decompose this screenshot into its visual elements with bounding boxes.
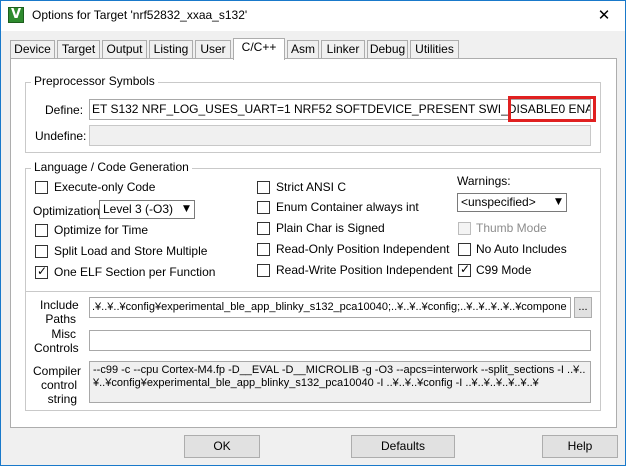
checkmark-icon: ✓ bbox=[460, 262, 471, 276]
one-elf-label: One ELF Section per Function bbox=[54, 265, 216, 279]
strict-ansi-label: Strict ANSI C bbox=[276, 180, 347, 194]
rwpi-label: Read-Write Position Independent bbox=[276, 263, 453, 277]
enum-container-label: Enum Container always int bbox=[276, 200, 419, 214]
strict-ansi-checkbox[interactable] bbox=[257, 181, 270, 194]
compiler-label: Compiler control string bbox=[33, 364, 82, 406]
undefine-label: Undefine: bbox=[35, 129, 87, 143]
one-elf-checkbox[interactable]: ✓ bbox=[35, 264, 48, 279]
checkmark-icon: ✓ bbox=[37, 264, 48, 278]
ok-button[interactable]: OK bbox=[184, 435, 260, 458]
preprocessor-group-label: Preprocessor Symbols bbox=[31, 74, 158, 88]
c99-mode-checkbox[interactable]: ✓ bbox=[458, 262, 471, 277]
options-dialog: V Options for Target 'nrf52832_xxaa_s132… bbox=[0, 0, 626, 466]
language-group-label: Language / Code Generation bbox=[31, 160, 192, 174]
misc-label: Misc Controls bbox=[34, 327, 79, 355]
thumb-mode-checkbox[interactable] bbox=[458, 222, 471, 235]
warnings-select[interactable]: <unspecified> ▼ bbox=[457, 193, 567, 212]
optimize-time-checkbox[interactable] bbox=[35, 224, 48, 237]
defaults-button[interactable]: Defaults bbox=[351, 435, 455, 458]
no-auto-includes-checkbox[interactable] bbox=[458, 243, 471, 256]
plain-char-label: Plain Char is Signed bbox=[276, 221, 385, 235]
help-button[interactable]: Help bbox=[542, 435, 618, 458]
execute-only-label: Execute-only Code bbox=[54, 180, 156, 194]
compiler-control-string[interactable]: --c99 -c --cpu Cortex-M4.fp -D__EVAL -D_… bbox=[89, 361, 591, 403]
tab-listing[interactable]: Listing bbox=[149, 40, 193, 58]
enum-container-checkbox[interactable] bbox=[257, 201, 270, 214]
include-browse-button[interactable]: ... bbox=[574, 297, 592, 318]
tab-asm[interactable]: Asm bbox=[287, 40, 319, 58]
app-icon: V bbox=[8, 7, 24, 23]
no-auto-includes-label: No Auto Includes bbox=[476, 242, 567, 256]
chevron-down-icon: ▼ bbox=[551, 194, 566, 211]
optimization-select[interactable]: Level 3 (-O3) ▼ bbox=[99, 200, 195, 219]
title-bar: V Options for Target 'nrf52832_xxaa_s132… bbox=[1, 1, 625, 31]
optimize-time-label: Optimize for Time bbox=[54, 223, 149, 237]
chevron-down-icon: ▼ bbox=[179, 201, 194, 218]
close-button[interactable]: ✕ bbox=[589, 4, 619, 26]
define-highlight bbox=[508, 96, 596, 122]
rwpi-checkbox[interactable] bbox=[257, 264, 270, 277]
thumb-mode-label: Thumb Mode bbox=[476, 221, 547, 235]
include-paths-input[interactable]: .¥..¥..¥config¥experimental_ble_app_blin… bbox=[89, 297, 571, 318]
misc-controls-input[interactable] bbox=[89, 330, 591, 351]
tab-linker[interactable]: Linker bbox=[321, 40, 365, 58]
window-title: Options for Target 'nrf52832_xxaa_s132' bbox=[32, 8, 248, 22]
c99-mode-label: C99 Mode bbox=[476, 263, 532, 277]
tab-target[interactable]: Target bbox=[57, 40, 100, 58]
ropi-label: Read-Only Position Independent bbox=[276, 242, 450, 256]
ropi-checkbox[interactable] bbox=[257, 243, 270, 256]
c-cpp-panel: Preprocessor Symbols Define: ET S132 NRF… bbox=[10, 58, 617, 428]
execute-only-checkbox[interactable] bbox=[35, 181, 48, 194]
define-label: Define: bbox=[45, 103, 84, 117]
tab-device[interactable]: Device bbox=[10, 40, 55, 58]
split-load-label: Split Load and Store Multiple bbox=[54, 244, 208, 258]
tab-debug[interactable]: Debug bbox=[367, 40, 408, 58]
undefine-input[interactable] bbox=[89, 125, 591, 146]
tab-user[interactable]: User bbox=[195, 40, 231, 58]
tab-utilities[interactable]: Utilities bbox=[410, 40, 459, 58]
include-label: Include Paths bbox=[40, 298, 79, 326]
tab-output[interactable]: Output bbox=[102, 40, 147, 58]
plain-char-checkbox[interactable] bbox=[257, 222, 270, 235]
tab-c-cpp[interactable]: C/C++ bbox=[233, 38, 285, 60]
optimization-label: Optimization: bbox=[33, 204, 104, 218]
warnings-label: Warnings: bbox=[457, 174, 511, 188]
split-load-checkbox[interactable] bbox=[35, 245, 48, 258]
